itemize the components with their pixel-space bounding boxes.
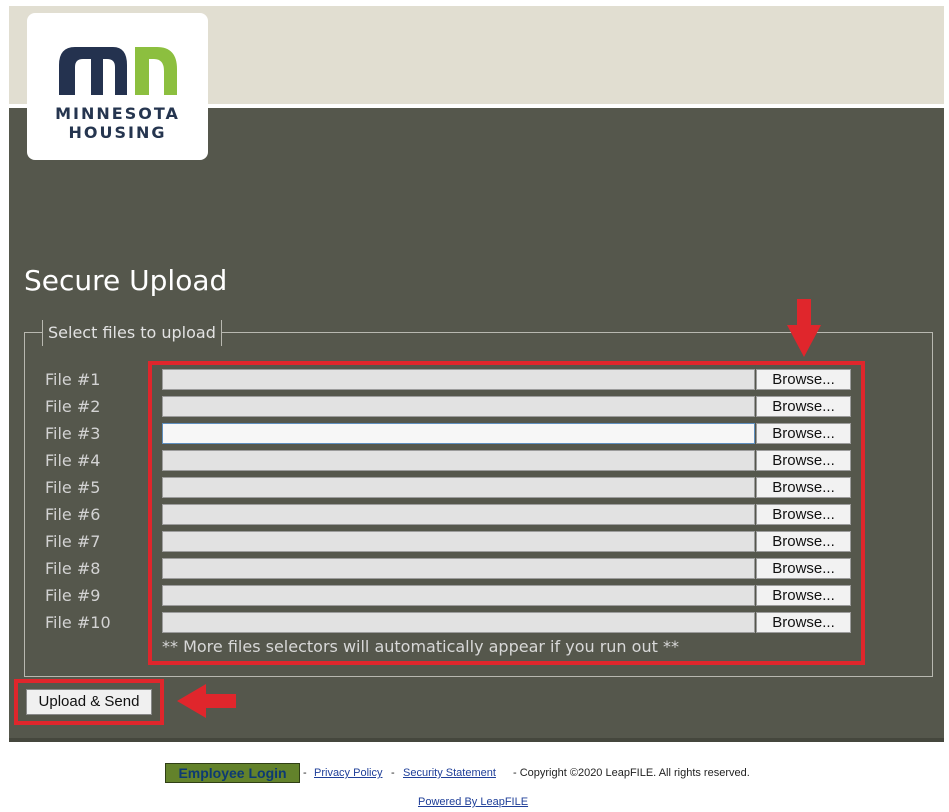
- file-label-7: File #7: [45, 532, 101, 551]
- upload-send-button[interactable]: Upload & Send: [26, 689, 152, 715]
- privacy-policy-link[interactable]: Privacy Policy: [314, 767, 382, 779]
- logo-text-housing: HOUSING: [68, 123, 167, 142]
- file-label-2: File #2: [45, 397, 101, 416]
- minnesota-housing-logo: MINNESOTA HOUSING: [27, 13, 208, 160]
- red-arrow-down-icon: [787, 299, 821, 357]
- footer-sep-1: -: [303, 767, 307, 779]
- file-label-9: File #9: [45, 586, 101, 605]
- footer-sep-2: -: [391, 767, 395, 779]
- file-label-5: File #5: [45, 478, 101, 497]
- annotation-highlight-files: [148, 361, 865, 665]
- red-arrow-left-icon: [177, 684, 236, 718]
- file-label-8: File #8: [45, 559, 101, 578]
- copyright-text: - Copyright ©2020 LeapFILE. All rights r…: [513, 767, 750, 779]
- file-label-6: File #6: [45, 505, 101, 524]
- panel-bottom-border: [9, 738, 944, 742]
- file-label-1: File #1: [45, 370, 101, 389]
- employee-login-button[interactable]: Employee Login: [165, 763, 300, 783]
- file-label-4: File #4: [45, 451, 101, 470]
- logo-text-minnesota: MINNESOTA: [55, 104, 180, 123]
- powered-by-link[interactable]: Powered By LeapFILE: [418, 796, 528, 808]
- security-statement-link[interactable]: Security Statement: [403, 767, 496, 779]
- page-title: Secure Upload: [24, 264, 228, 297]
- file-label-3: File #3: [45, 424, 101, 443]
- file-label-10: File #10: [45, 613, 111, 632]
- fieldset-legend: Select files to upload: [42, 320, 222, 346]
